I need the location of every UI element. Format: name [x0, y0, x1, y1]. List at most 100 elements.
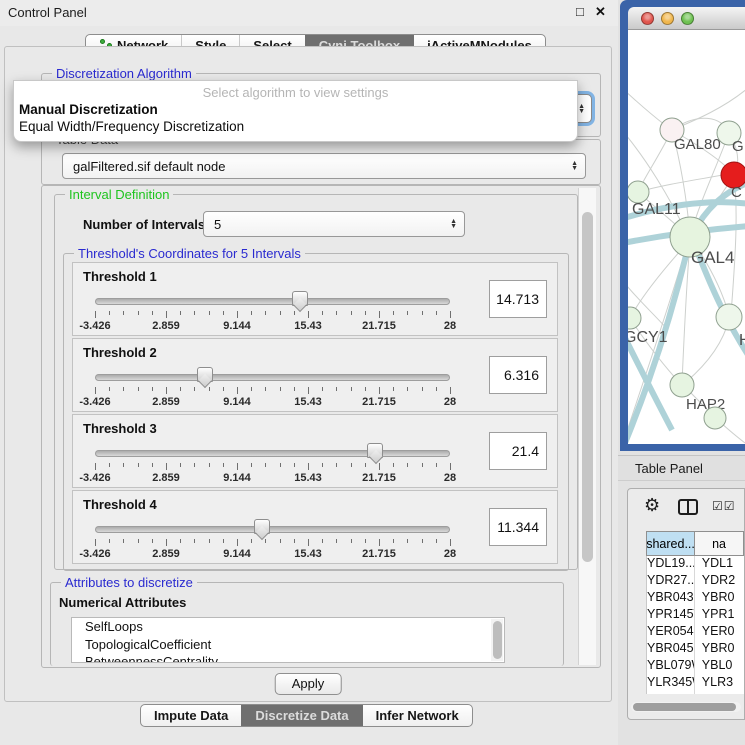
slider-tick — [152, 463, 153, 467]
threshold-value-field[interactable]: 11.344 — [489, 508, 547, 546]
table-row[interactable]: YPR145WYPR1 — [647, 607, 744, 624]
minimize-traffic-light[interactable] — [661, 12, 674, 25]
table-row[interactable]: YBL079WYBL0 — [647, 658, 744, 675]
table-scrollbar-thumb[interactable] — [633, 703, 736, 711]
dropdown-placeholder-item[interactable]: Select algorithm to view settings — [14, 84, 577, 101]
attributes-scrollbar-thumb[interactable] — [493, 621, 502, 659]
cell-shared-name[interactable]: YER054C — [647, 624, 695, 641]
cell-name[interactable]: YBL0 — [695, 658, 744, 675]
tab-infer-network-label: Infer Network — [376, 705, 459, 726]
cell-shared-name[interactable]: YBR045C — [647, 641, 695, 658]
threshold-slider[interactable]: -3.4262.8599.14415.4321.71528 — [95, 519, 450, 561]
slider-tick — [407, 387, 408, 391]
tab-discretize-data[interactable]: Discretize Data — [241, 705, 361, 726]
table-row[interactable]: YDL19...YDL1 — [647, 556, 744, 573]
network-view-window: GAL80GCGAL11GAL4GCY1HHAP2 — [620, 0, 745, 451]
network-node-label: H — [739, 332, 745, 349]
threshold-value-field[interactable]: 6.316 — [489, 356, 547, 394]
select-columns-icon[interactable]: ☑☑ — [712, 499, 736, 513]
table-row[interactable]: YBR045CYBR0 — [647, 641, 744, 658]
threshold-value-field[interactable]: 14.713 — [489, 280, 547, 318]
float-window-icon[interactable]: □ — [576, 4, 584, 19]
network-canvas[interactable]: GAL80GCGAL11GAL4GCY1HHAP2 — [628, 30, 745, 444]
settings-scrollbar[interactable] — [578, 188, 596, 665]
close-traffic-light[interactable] — [641, 12, 654, 25]
cell-name[interactable]: YDR2 — [695, 573, 744, 590]
number-of-intervals-combobox[interactable]: 5 ▲▼ — [203, 211, 465, 237]
slider-tick — [152, 539, 153, 543]
attributes-scrollbar[interactable] — [491, 619, 503, 661]
slider-tick-label: 21.715 — [362, 396, 396, 408]
cell-shared-name[interactable]: YDL19... — [647, 556, 695, 573]
threshold-slider[interactable]: -3.4262.8599.14415.4321.71528 — [95, 291, 450, 333]
slider-thumb[interactable] — [197, 367, 213, 382]
cell-shared-name[interactable]: YIL052C — [647, 692, 695, 694]
network-node-label: GAL4 — [691, 248, 734, 267]
column-header-name[interactable]: na — [695, 531, 744, 556]
threshold-slider[interactable]: -3.4262.8599.14415.4321.71528 — [95, 443, 450, 485]
cell-name[interactable]: YPR1 — [695, 607, 744, 624]
threshold-label: Threshold 3 — [83, 421, 157, 436]
slider-tick — [322, 463, 323, 467]
cell-shared-name[interactable]: YBR043C — [647, 590, 695, 607]
zoom-traffic-light[interactable] — [681, 12, 694, 25]
table-row[interactable]: YLR345WYLR3 — [647, 675, 744, 692]
cell-shared-name[interactable]: YDR27... — [647, 573, 695, 590]
cell-name[interactable]: YBR0 — [695, 641, 744, 658]
discretization-algorithm-label: Discretization Algorithm — [52, 66, 196, 81]
cell-name[interactable]: YIL0 — [695, 692, 744, 694]
table-row[interactable]: YER054CYER0 — [647, 624, 744, 641]
slider-tick-label: 28 — [444, 320, 456, 332]
dropdown-option-manual[interactable]: Manual Discretization — [14, 101, 577, 118]
cell-name[interactable]: YLR3 — [695, 675, 744, 692]
dropdown-option-equal-width[interactable]: Equal Width/Frequency Discretization — [14, 118, 577, 135]
table-row[interactable]: YBR043CYBR0 — [647, 590, 744, 607]
cell-shared-name[interactable]: YPR145W — [647, 607, 695, 624]
network-node[interactable] — [628, 307, 641, 329]
close-window-icon[interactable]: ✕ — [595, 4, 606, 20]
cell-shared-name[interactable]: YLR345W — [647, 675, 695, 692]
slider-thumb[interactable] — [367, 443, 383, 458]
slider-tick-label: 2.859 — [152, 548, 180, 560]
slider-thumb[interactable] — [292, 291, 308, 306]
slider-tick — [265, 463, 266, 467]
gear-icon[interactable]: ⚙ — [644, 495, 660, 516]
table-data-combobox[interactable]: galFiltered.sif default node ▲▼ — [62, 153, 586, 179]
attribute-list-item[interactable]: TopologicalCoefficient — [72, 636, 504, 654]
tab-impute-data[interactable]: Impute Data — [141, 705, 241, 726]
numerical-attributes-list[interactable]: SelfLoopsTopologicalCoefficientBetweenne… — [71, 617, 505, 663]
slider-tick — [209, 387, 210, 391]
attribute-list-item[interactable]: SelfLoops — [72, 618, 504, 636]
slider-tick — [95, 311, 96, 318]
table-horizontal-scrollbar[interactable] — [631, 702, 741, 712]
cell-name[interactable]: YER0 — [695, 624, 744, 641]
slider-tick — [280, 463, 281, 467]
slider-track[interactable] — [95, 374, 450, 381]
settings-scrollbar-thumb[interactable] — [582, 212, 593, 562]
table-row[interactable]: YIL052CYIL0 — [647, 692, 744, 694]
slider-track[interactable] — [95, 298, 450, 305]
cell-shared-name[interactable]: YBL079W — [647, 658, 695, 675]
slider-thumb[interactable] — [254, 519, 270, 534]
threshold-value-field[interactable]: 21.4 — [489, 432, 547, 470]
network-graph[interactable]: GAL80GCGAL11GAL4GCY1HHAP2 — [628, 30, 745, 444]
network-node[interactable] — [628, 181, 649, 203]
network-node[interactable] — [670, 373, 694, 397]
network-node[interactable] — [716, 304, 742, 330]
slider-tick — [251, 463, 252, 467]
cell-name[interactable]: YDL1 — [695, 556, 744, 573]
apply-button[interactable]: Apply — [275, 673, 342, 695]
cell-name[interactable]: YBR0 — [695, 590, 744, 607]
tab-infer-network[interactable]: Infer Network — [362, 705, 472, 726]
table-row[interactable]: YDR27...YDR2 — [647, 573, 744, 590]
slider-track[interactable] — [95, 450, 450, 457]
slider-tick-label: -3.426 — [79, 472, 110, 484]
bottom-tab-bar: Impute Data Discretize Data Infer Networ… — [140, 704, 473, 727]
column-view-icon[interactable] — [678, 499, 698, 515]
attribute-list-item[interactable]: BetweennessCentrality — [72, 653, 504, 663]
threshold-slider[interactable]: -3.4262.8599.14415.4321.71528 — [95, 367, 450, 409]
column-header-shared-name[interactable]: shared... — [646, 531, 695, 556]
network-node[interactable] — [704, 407, 726, 429]
interval-definition-label: Interval Definition — [65, 187, 173, 202]
slider-track[interactable] — [95, 526, 450, 533]
